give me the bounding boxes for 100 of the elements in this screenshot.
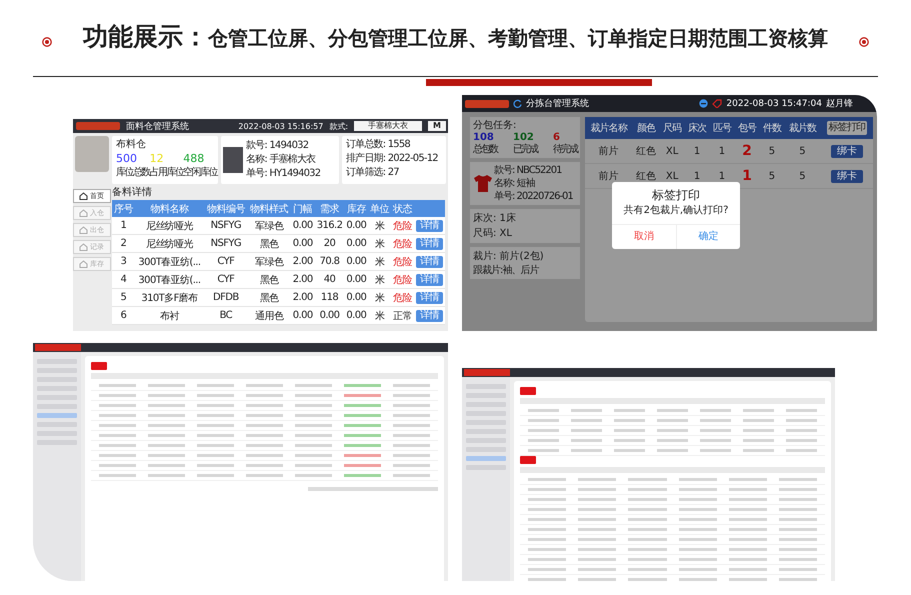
info-text: 订单总数: 1558: [346, 138, 411, 152]
table-cell: 118: [314, 288, 344, 306]
column-header: 物料编号: [204, 200, 248, 217]
stat-value: 102: [513, 132, 534, 144]
info-text: 名称: 短袖: [494, 177, 536, 190]
table-cell: 布衬: [134, 306, 204, 324]
details-button[interactable]: 详情: [416, 292, 443, 304]
table-cell: DFDB: [204, 288, 248, 306]
table-cell: 0.00: [344, 252, 368, 270]
column-header: 物料样式: [248, 200, 291, 217]
dialog-message: 共有2包裁片,确认打印?: [612, 204, 740, 225]
table-cell: CYF: [204, 270, 248, 288]
details-button[interactable]: 详情: [416, 238, 443, 250]
table-cell: NSFYG: [204, 217, 248, 234]
table-cell: 尼丝纺哑光: [134, 234, 204, 252]
stat-value: 12: [150, 151, 164, 166]
bind-card-button[interactable]: 绑卡: [830, 144, 863, 158]
table-cell: 300T春亚纺(...: [134, 270, 204, 288]
column-header: 尺码: [660, 117, 685, 139]
column-header: 库存: [344, 200, 368, 217]
stat-label: 待完成: [553, 144, 577, 156]
field-label: 款式:: [329, 120, 348, 132]
table-cell: 316.2: [314, 217, 344, 234]
column-header: 单位: [368, 200, 391, 217]
page-heading: 仓管工位屏、分包管理工位屏、考勤管理、订单指定日期范围工资核算: [208, 26, 828, 50]
table-cell: 2.00: [290, 270, 315, 288]
table-cell: CYF: [204, 252, 248, 270]
date-time: 2022-08-03 15:16:57: [238, 122, 324, 130]
column-header: 裁片名称: [585, 117, 632, 139]
info-text: 款号: NBC52201: [494, 164, 563, 177]
photo-placeholder: [74, 136, 108, 172]
stat-value: 488: [183, 151, 204, 166]
details-button[interactable]: 详情: [416, 310, 443, 322]
t-shirt-icon: [473, 174, 493, 193]
info-text: 订单筛选: 27: [346, 166, 400, 180]
table-cell: 米: [368, 234, 391, 252]
target-dot-icon: [859, 37, 869, 47]
details-button[interactable]: 详情: [416, 220, 443, 232]
column-header: 件数: [759, 117, 784, 139]
confirm-button[interactable]: 确定: [676, 225, 740, 249]
status-text: 危险: [390, 288, 414, 306]
style-select[interactable]: 手塞棉大衣: [354, 121, 422, 131]
date-time: 2022-08-03 15:47:04: [726, 98, 822, 108]
details-button[interactable]: 详情: [416, 274, 443, 286]
table-cell: 5: [784, 164, 821, 188]
table-cell: 米: [368, 288, 391, 306]
stat-value: 6: [553, 132, 560, 144]
column-header: 床次: [684, 117, 710, 139]
info-text: 单号: HY1494032: [246, 167, 320, 181]
table-cell: 0.00: [344, 306, 368, 324]
table-cell: 0.00: [344, 288, 368, 306]
app-title: 面料仓管理系统: [126, 120, 189, 132]
app-title: 分拣台管理系统: [526, 98, 589, 110]
stat-label: 空闲库位: [183, 166, 217, 179]
bind-card-button[interactable]: 绑卡: [830, 170, 863, 182]
table-cell: 米: [368, 270, 391, 288]
task-title: 分包任务:: [473, 119, 518, 132]
status-text: 正常: [390, 306, 414, 324]
table-cell: 尼丝纺哑光: [134, 217, 204, 234]
table-cell: 5: [784, 139, 821, 164]
status-text: 危险: [390, 234, 414, 252]
column-header: 颜色: [632, 117, 660, 139]
logo-icon: [76, 122, 120, 130]
status-text: 危险: [390, 270, 414, 288]
table-cell: 5: [759, 164, 784, 188]
column-header: 裁片数: [784, 117, 821, 139]
info-text: 单号: 20220726-01: [494, 190, 573, 203]
info-text: 排产日期: 2022-05-12: [346, 152, 439, 166]
table-cell: 0.00: [290, 234, 315, 252]
user-name: 赵月锋: [826, 98, 853, 110]
table-cell: 3: [112, 252, 135, 270]
logo-icon: [465, 100, 509, 108]
table-cell: 0.00: [344, 270, 368, 288]
table-cell: 5: [759, 139, 784, 164]
refresh-icon: [513, 99, 522, 108]
table-cell: 0.00: [344, 217, 368, 234]
stat-label: 总包数: [473, 144, 497, 156]
info-text: 裁片: 前片(2包): [473, 250, 545, 264]
table-cell: 70.8: [314, 252, 344, 270]
table-cell: 米: [368, 306, 391, 324]
table-cell: 1: [710, 139, 734, 164]
info-text: 名称: 手塞棉大衣: [246, 153, 316, 167]
table-cell: 310T多F磨布: [134, 288, 204, 306]
print-label-button[interactable]: 标签打印: [826, 121, 867, 135]
details-button[interactable]: 详情: [416, 256, 443, 268]
photo-placeholder: [223, 147, 243, 173]
column-header: 需求: [314, 200, 344, 217]
table-cell: 0.00: [290, 217, 315, 234]
status-text: 危险: [390, 217, 414, 234]
column-header: 序号: [112, 200, 135, 217]
table-cell: 前片: [585, 139, 632, 164]
menu-button[interactable]: M: [428, 121, 446, 131]
cancel-button[interactable]: 取消: [612, 225, 676, 249]
table-cell: 0.00: [314, 306, 344, 324]
section-title: 备料详情: [112, 186, 153, 200]
table-cell: 军绿色: [248, 217, 291, 234]
table-cell: 1: [684, 139, 710, 164]
table-cell: 2.00: [290, 252, 315, 270]
table-cell: 2: [734, 139, 760, 164]
column-header: 状态: [390, 200, 414, 217]
